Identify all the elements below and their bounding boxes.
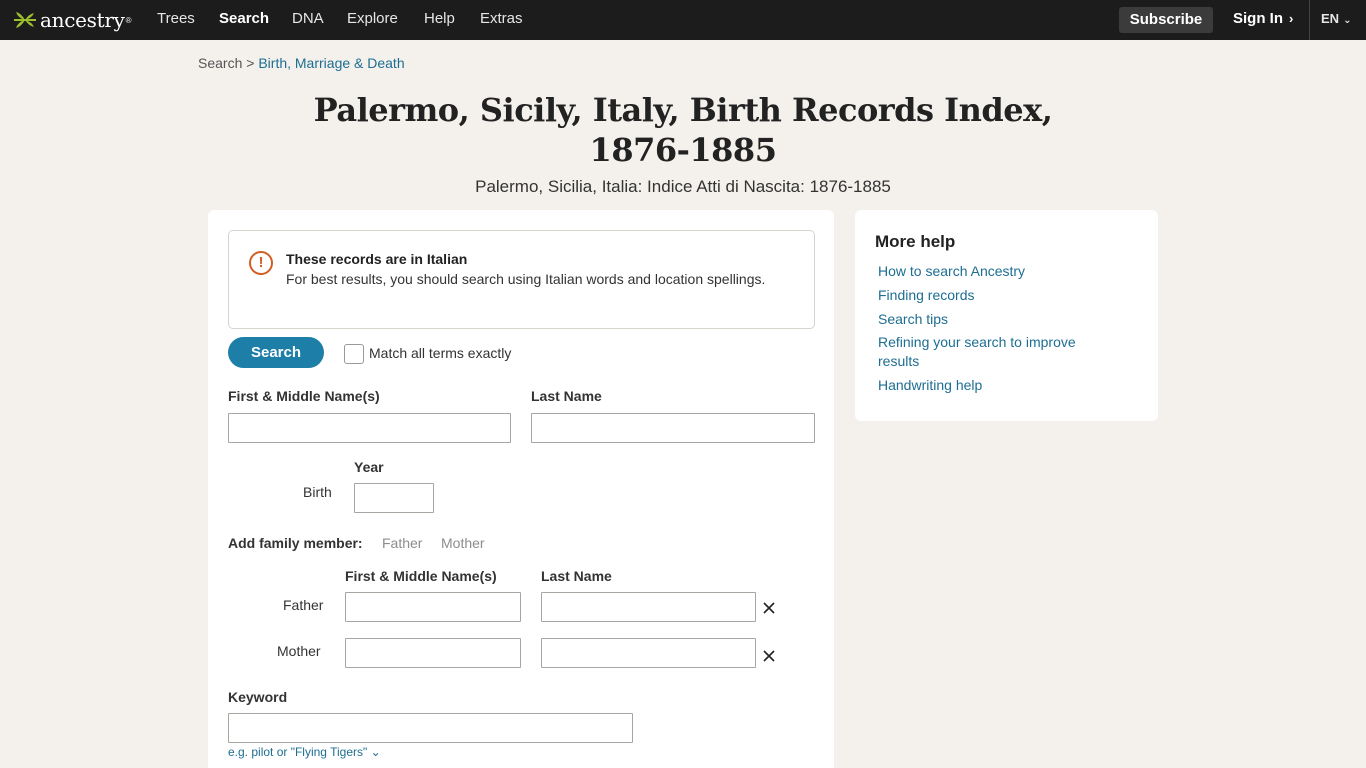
nav-item-extras[interactable]: Extras (480, 0, 523, 40)
help-link-how-to-search[interactable]: How to search Ancestry (878, 262, 1118, 281)
breadcrumb-separator: > (246, 55, 255, 71)
sign-in-label: Sign In (1233, 10, 1283, 27)
ancestry-logo[interactable]: ancestry ® (12, 8, 132, 32)
chevron-right-icon: › (1289, 11, 1294, 26)
last-name-label: Last Name (531, 388, 602, 404)
notice-body: For best results, you should search usin… (286, 271, 766, 287)
chevron-down-icon: ⌄ (370, 745, 381, 759)
subscribe-button[interactable]: Subscribe (1119, 7, 1213, 33)
top-navigation-bar: ancestry ® Trees Search DNA Explore Help … (0, 0, 1366, 40)
breadcrumb-current[interactable]: Birth, Marriage & Death (258, 55, 404, 71)
mother-label: Mother (277, 643, 321, 659)
nav-item-help[interactable]: Help (424, 0, 455, 40)
logo-text: ancestry (40, 8, 125, 32)
search-form-card: ! These records are in Italian For best … (208, 210, 834, 768)
language-notice: ! These records are in Italian For best … (228, 230, 815, 329)
alert-circle-icon: ! (249, 251, 273, 275)
birth-year-input[interactable] (354, 483, 434, 513)
father-label: Father (283, 597, 324, 613)
nav-divider (1309, 0, 1310, 40)
remove-father-close-icon[interactable] (762, 601, 776, 615)
breadcrumb-root[interactable]: Search (198, 55, 242, 71)
leaf-logo-icon (13, 12, 36, 28)
first-name-input[interactable] (228, 413, 511, 443)
nav-item-trees[interactable]: Trees (157, 0, 195, 40)
search-button[interactable]: Search (228, 337, 324, 368)
mother-last-name-input[interactable] (541, 638, 756, 668)
remove-mother-close-icon[interactable] (762, 649, 776, 663)
keyword-hint-text: e.g. pilot or "Flying Tigers" (228, 745, 368, 759)
language-label: EN (1321, 11, 1340, 26)
more-help-card: More help How to search Ancestry Finding… (855, 210, 1158, 421)
keyword-input[interactable] (228, 713, 633, 743)
help-link-handwriting[interactable]: Handwriting help (878, 376, 1118, 395)
page-subtitle: Palermo, Sicilia, Italia: Indice Atti di… (475, 177, 891, 196)
page-title: Palermo, Sicily, Italy, Birth Records In… (313, 91, 1053, 169)
match-exact-label[interactable]: Match all terms exactly (369, 345, 511, 361)
add-mother-link[interactable]: Mother (441, 535, 485, 551)
father-first-name-input[interactable] (345, 592, 521, 622)
nav-item-explore[interactable]: Explore (347, 0, 398, 40)
add-father-link[interactable]: Father (382, 535, 422, 551)
logo-trademark: ® (125, 15, 132, 25)
match-exact-checkbox[interactable] (344, 344, 364, 364)
add-family-label: Add family member: (228, 535, 363, 551)
first-name-label: First & Middle Name(s) (228, 388, 380, 404)
help-link-refining-search[interactable]: Refining your search to improve results (878, 333, 1118, 371)
last-name-input[interactable] (531, 413, 815, 443)
help-link-finding-records[interactable]: Finding records (878, 286, 1118, 305)
family-last-name-label: Last Name (541, 568, 612, 584)
birth-label: Birth (303, 484, 332, 500)
keyword-hint-toggle[interactable]: e.g. pilot or "Flying Tigers" ⌄ (228, 745, 381, 759)
sign-in-link[interactable]: Sign In › (1233, 0, 1293, 40)
breadcrumb: Search > Birth, Marriage & Death (198, 55, 405, 71)
keyword-label: Keyword (228, 689, 288, 705)
mother-first-name-input[interactable] (345, 638, 521, 668)
year-label: Year (354, 459, 384, 475)
nav-item-search[interactable]: Search (219, 0, 269, 40)
chevron-down-icon: ⌄ (1343, 15, 1352, 26)
language-selector[interactable]: EN ⌄ (1321, 0, 1351, 40)
father-last-name-input[interactable] (541, 592, 756, 622)
help-link-search-tips[interactable]: Search tips (878, 310, 1118, 329)
family-first-name-label: First & Middle Name(s) (345, 568, 497, 584)
notice-title: These records are in Italian (286, 251, 468, 267)
nav-item-dna[interactable]: DNA (292, 0, 324, 40)
more-help-title: More help (875, 232, 956, 251)
